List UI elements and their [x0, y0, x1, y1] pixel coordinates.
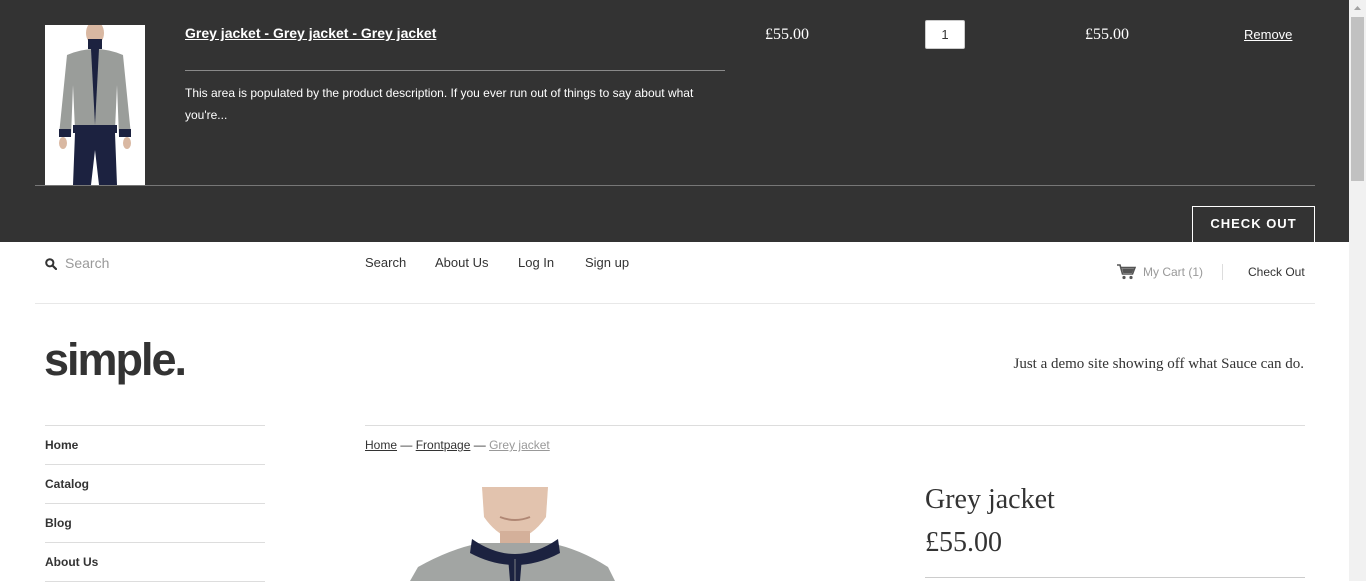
cart-item-title-link[interactable]: Grey jacket - Grey jacket - Grey jacket [185, 25, 436, 41]
site-logo[interactable]: simple. [44, 332, 187, 388]
cart-item-price: £55.00 [765, 26, 809, 43]
header-separator [1222, 264, 1223, 280]
cart-divider [35, 185, 1315, 186]
breadcrumb-collection-link[interactable]: Frontpage [416, 438, 471, 452]
header-checkout-link[interactable]: Check Out [1248, 265, 1305, 279]
scrollbar-thumb[interactable] [1351, 17, 1364, 181]
main-divider [365, 425, 1305, 426]
site-tagline: Just a demo site showing off what Sauce … [1013, 356, 1304, 372]
product-price: £55.00 [925, 527, 1002, 558]
breadcrumb-separator: — [470, 438, 490, 452]
cart-icon[interactable] [1117, 264, 1137, 280]
sidebar-item-blog[interactable]: Blog [45, 504, 265, 543]
header-link-log-in[interactable]: Log In [518, 255, 554, 270]
cart-item-divider [185, 70, 725, 71]
header-link-about-us[interactable]: About Us [435, 255, 488, 270]
scroll-up-arrow-icon[interactable] [1349, 0, 1366, 17]
my-cart-link[interactable]: My Cart (1) [1143, 265, 1203, 279]
cart-line-total: £55.00 [1085, 26, 1129, 43]
header-link-search[interactable]: Search [365, 255, 406, 270]
cart-item-description: This area is populated by the product de… [185, 86, 694, 122]
breadcrumb-current[interactable]: Grey jacket [489, 438, 550, 452]
cart-drawer: Grey jacket - Grey jacket - Grey jacket … [0, 0, 1349, 242]
cart-quantity-input[interactable] [925, 20, 965, 49]
header-link-sign-up[interactable]: Sign up [585, 255, 629, 270]
sidebar-nav: Home Catalog Blog About Us [45, 425, 265, 582]
breadcrumb-home-link[interactable]: Home [365, 438, 397, 452]
cart-remove-link[interactable]: Remove [1244, 27, 1292, 42]
header-divider [35, 303, 1315, 304]
sidebar-item-catalog[interactable]: Catalog [45, 465, 265, 504]
search-input[interactable] [65, 253, 325, 273]
search-icon[interactable] [45, 257, 58, 271]
checkout-button[interactable]: CHECK OUT [1192, 206, 1315, 242]
sidebar-item-home[interactable]: Home [45, 426, 265, 465]
cart-item-thumbnail[interactable] [45, 25, 145, 185]
sidebar-item-about-us[interactable]: About Us [45, 543, 265, 582]
breadcrumb-separator: — [397, 438, 416, 452]
product-image[interactable] [410, 487, 615, 581]
breadcrumb: Home — Frontpage — Grey jacket [365, 438, 550, 452]
product-title: Grey jacket [925, 484, 1055, 515]
jacket-model-image [45, 25, 145, 185]
product-divider [925, 577, 1305, 578]
